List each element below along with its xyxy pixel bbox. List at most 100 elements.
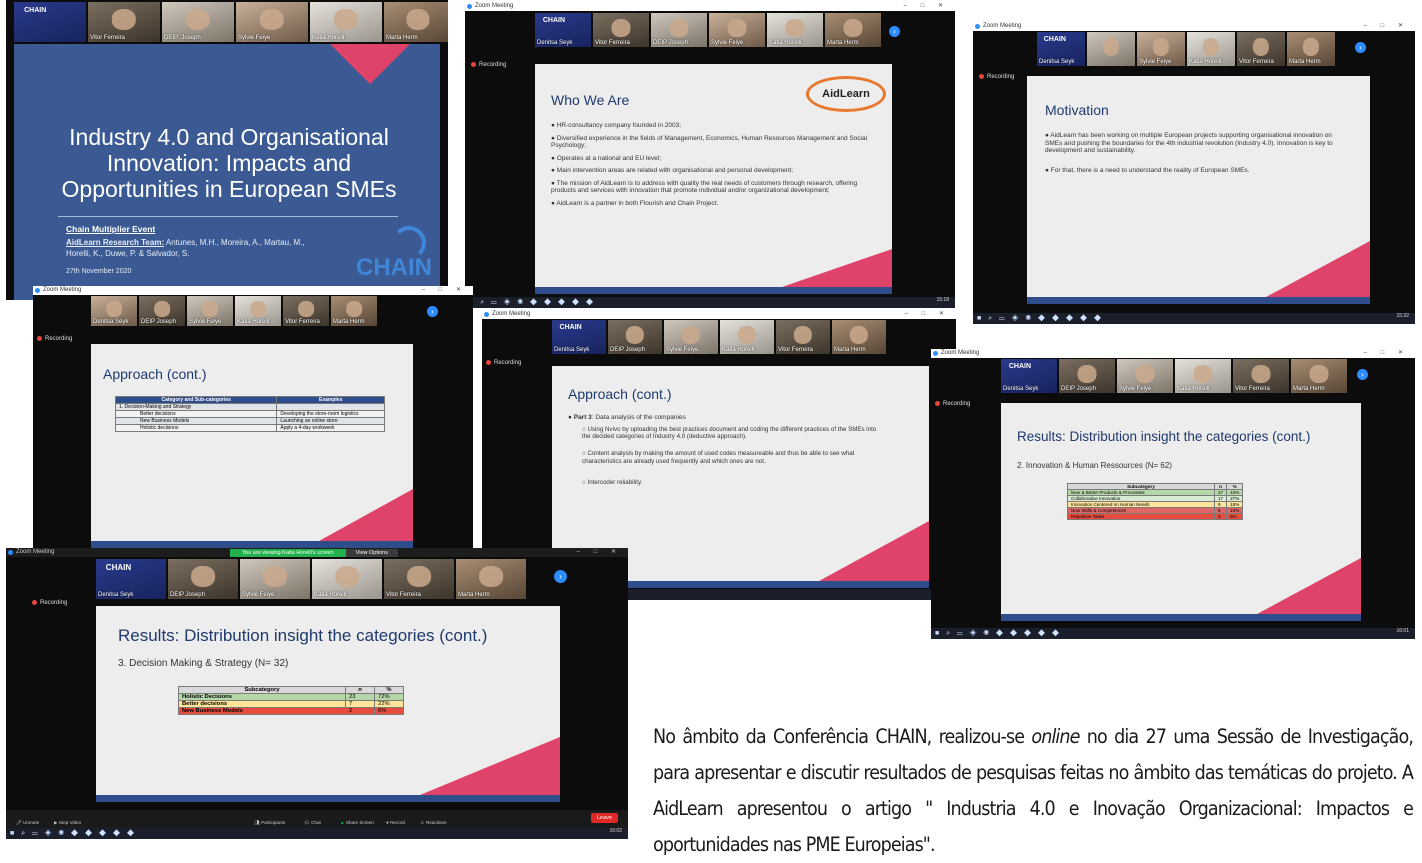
chat-button[interactable]: 💬︎ Chat <box>304 820 321 826</box>
video-strip: Denitsa Seyk DEIP Joseph Sylvie Feiye Ka… <box>91 296 377 326</box>
video-tile[interactable]: Sylvie Feiye <box>709 13 765 47</box>
viewing-banner: You are viewing Katia Horelli's screen <box>230 549 346 557</box>
video-tile[interactable]: Katia Horelli <box>767 13 823 47</box>
window-controls[interactable]: – □ ✕ <box>905 310 950 319</box>
recording-indicator: Recording <box>471 62 506 68</box>
video-tile[interactable]: Marta Herm <box>331 296 377 326</box>
view-options-button[interactable]: View Options <box>345 549 398 557</box>
participant-name: DEIP Joseph <box>610 347 645 353</box>
video-tile[interactable]: Vitor Ferreira <box>593 13 649 47</box>
window-controls[interactable]: – □ ✕ <box>577 548 622 557</box>
taskbar-icons[interactable]: ■⌕▭◈◉◆◆◆◆◆ <box>10 830 141 838</box>
next-page-icon[interactable]: › <box>1357 369 1368 380</box>
windows-taskbar: ■⌕▭◈◉◆◆◆◆◆ 15:18 <box>465 297 955 308</box>
video-tile[interactable] <box>1087 32 1135 66</box>
taskbar-icons[interactable]: ■⌕▭◈◉◆◆◆◆◆ <box>469 299 600 307</box>
slide-footer-bar <box>96 795 560 802</box>
video-tile[interactable]: CHAIN Denitsa Seyk <box>552 320 606 354</box>
video-tile[interactable]: Marta Herm <box>832 320 886 354</box>
chain-logo: CHAIN <box>24 6 47 14</box>
video-tile[interactable]: DEIP Joseph <box>608 320 662 354</box>
video-tile[interactable]: Katia Horelli <box>720 320 774 354</box>
part-heading: ● Part 3: Data analysis of the companies <box>568 414 686 421</box>
bullet: ● The mission of AidLearn is to address … <box>551 179 858 195</box>
video-tile[interactable]: Katia Horelli <box>312 559 382 599</box>
video-tile[interactable]: Vitor Ferreira <box>1233 359 1289 393</box>
taskbar-clock: 16:01 <box>1396 628 1409 634</box>
window-controls[interactable]: – □ ✕ <box>1364 22 1409 31</box>
window-controls[interactable]: – □ ✕ <box>1364 349 1409 358</box>
video-tile[interactable]: Katia Horelli <box>310 2 382 42</box>
video-tile[interactable]: Sylvie Feiye <box>187 296 233 326</box>
zoom-icon <box>35 288 40 293</box>
video-tile[interactable]: Katia Horelli <box>235 296 281 326</box>
next-page-icon[interactable]: › <box>889 26 900 37</box>
screenshot-results-decision: Zoom Meeting – □ ✕ You are viewing Katia … <box>6 548 628 839</box>
participant-name: Sylvie Feiye <box>242 592 275 598</box>
slide-subtitle: 3. Decision Making & Strategy (N= 32) <box>118 658 289 669</box>
video-tile[interactable]: CHAIN Denitsa Seyk <box>1037 32 1085 66</box>
participant-name: Denitsa Seyk <box>554 347 590 353</box>
video-tile[interactable]: Vitor Ferreira <box>776 320 830 354</box>
sub-item: ○ Content analysis by making the amount … <box>582 450 855 465</box>
video-tile[interactable]: Marta Herm <box>384 2 448 42</box>
video-tile[interactable]: Sylvie Feiye <box>236 2 308 42</box>
share-screen-button[interactable]: ▲ Share Screen <box>340 820 374 825</box>
participant-name: Vitor Ferreira <box>1235 386 1270 392</box>
video-strip: CHAIN Vitor Ferreira DEIP: Joseph Sylvie… <box>14 2 448 42</box>
online-emphasis: online <box>1031 725 1080 748</box>
next-page-icon[interactable]: › <box>427 306 438 317</box>
video-tile[interactable]: DEIP Joseph <box>1059 359 1115 393</box>
participant-name: Vitor Ferreira <box>285 319 320 325</box>
taskbar-icons[interactable]: ■⌕▭◈◉◆◆◆◆◆ <box>935 630 1066 638</box>
reactions-button[interactable]: ☺ Reactions <box>420 820 446 825</box>
video-tile[interactable]: Vitor Ferreira <box>283 296 329 326</box>
taskbar-icons[interactable]: ■⌕▭◈◉◆◆◆◆◆ <box>977 315 1108 323</box>
video-tile[interactable]: Sylvie Feiye <box>240 559 310 599</box>
video-tile[interactable]: CHAIN Denitsa Seyk <box>96 559 166 599</box>
video-tile[interactable]: CHAIN Denitsa Seyk <box>535 13 591 47</box>
video-tile[interactable]: CHAIN <box>14 2 86 42</box>
participant-name: Marta Herm <box>458 592 490 598</box>
video-tile[interactable]: Vitor Ferreira <box>1237 32 1285 66</box>
video-tile[interactable]: Katia Horelli <box>1187 32 1235 66</box>
video-tile[interactable]: Marta Herm <box>825 13 881 47</box>
next-page-icon[interactable]: › <box>1355 42 1366 53</box>
video-tile[interactable]: Sylvie Feiye <box>1117 359 1173 393</box>
video-tile[interactable]: DEIP Joseph <box>651 13 707 47</box>
recording-indicator: Recording <box>935 401 970 407</box>
video-tile[interactable]: DEIP Joseph <box>139 296 185 326</box>
window-controls[interactable]: – □ ✕ <box>904 2 949 11</box>
stop-video-button[interactable]: ▶ Stop Video <box>54 820 81 826</box>
video-tile[interactable]: Vitor Ferreira <box>88 2 160 42</box>
leave-button[interactable]: Leave <box>591 813 618 823</box>
video-tile[interactable]: Marta Herm <box>1291 359 1347 393</box>
record-button[interactable]: ● Record <box>386 820 405 825</box>
video-tile[interactable]: DEIP: Joseph <box>162 2 234 42</box>
video-tile[interactable]: Denitsa Seyk <box>91 296 137 326</box>
bullet: ● AidLearn has been working on multiple … <box>1045 132 1333 154</box>
slide-footer-bar <box>91 541 413 548</box>
video-tile[interactable]: CHAIN Denitsa Seyk <box>1001 359 1057 393</box>
participant-name: Marta Herm <box>834 347 866 353</box>
zoom-icon <box>975 24 980 29</box>
video-strip: CHAIN Denitsa Seyk DEIP Joseph Sylvie Fei… <box>1001 359 1347 393</box>
participant-name: Denitsa Seyk <box>98 592 134 598</box>
slide: Industry 4.0 and Organisational Innovati… <box>14 44 440 300</box>
participants-button[interactable]: 👥︎ Participants <box>254 820 285 826</box>
bullet: ● AidLearn is a partner in both Flourish… <box>551 199 719 207</box>
unmute-button[interactable]: 🎤︎ Unmute <box>16 820 39 826</box>
video-tile[interactable]: Vitor Ferreira <box>384 559 454 599</box>
video-tile[interactable]: Marta Herm <box>456 559 526 599</box>
app-name: Zoom Meeting <box>983 23 1022 29</box>
table-row: 1. Decision-Making and Strategy <box>114 403 385 411</box>
video-tile[interactable]: Sylvie Feiye <box>664 320 718 354</box>
team-line: AidLearn Research Team: Antunes, M.H., M… <box>66 237 326 259</box>
video-tile[interactable]: Sylvie Feiye <box>1137 32 1185 66</box>
video-tile[interactable]: Katia Horelli <box>1175 359 1231 393</box>
next-page-icon[interactable]: › <box>554 570 567 583</box>
table-row: Better decisions 7 22% <box>178 700 404 708</box>
video-tile[interactable]: Marta Herm <box>1287 32 1335 66</box>
window-controls[interactable]: – □ ✕ <box>422 286 467 295</box>
video-tile[interactable]: DEIP Joseph <box>168 559 238 599</box>
